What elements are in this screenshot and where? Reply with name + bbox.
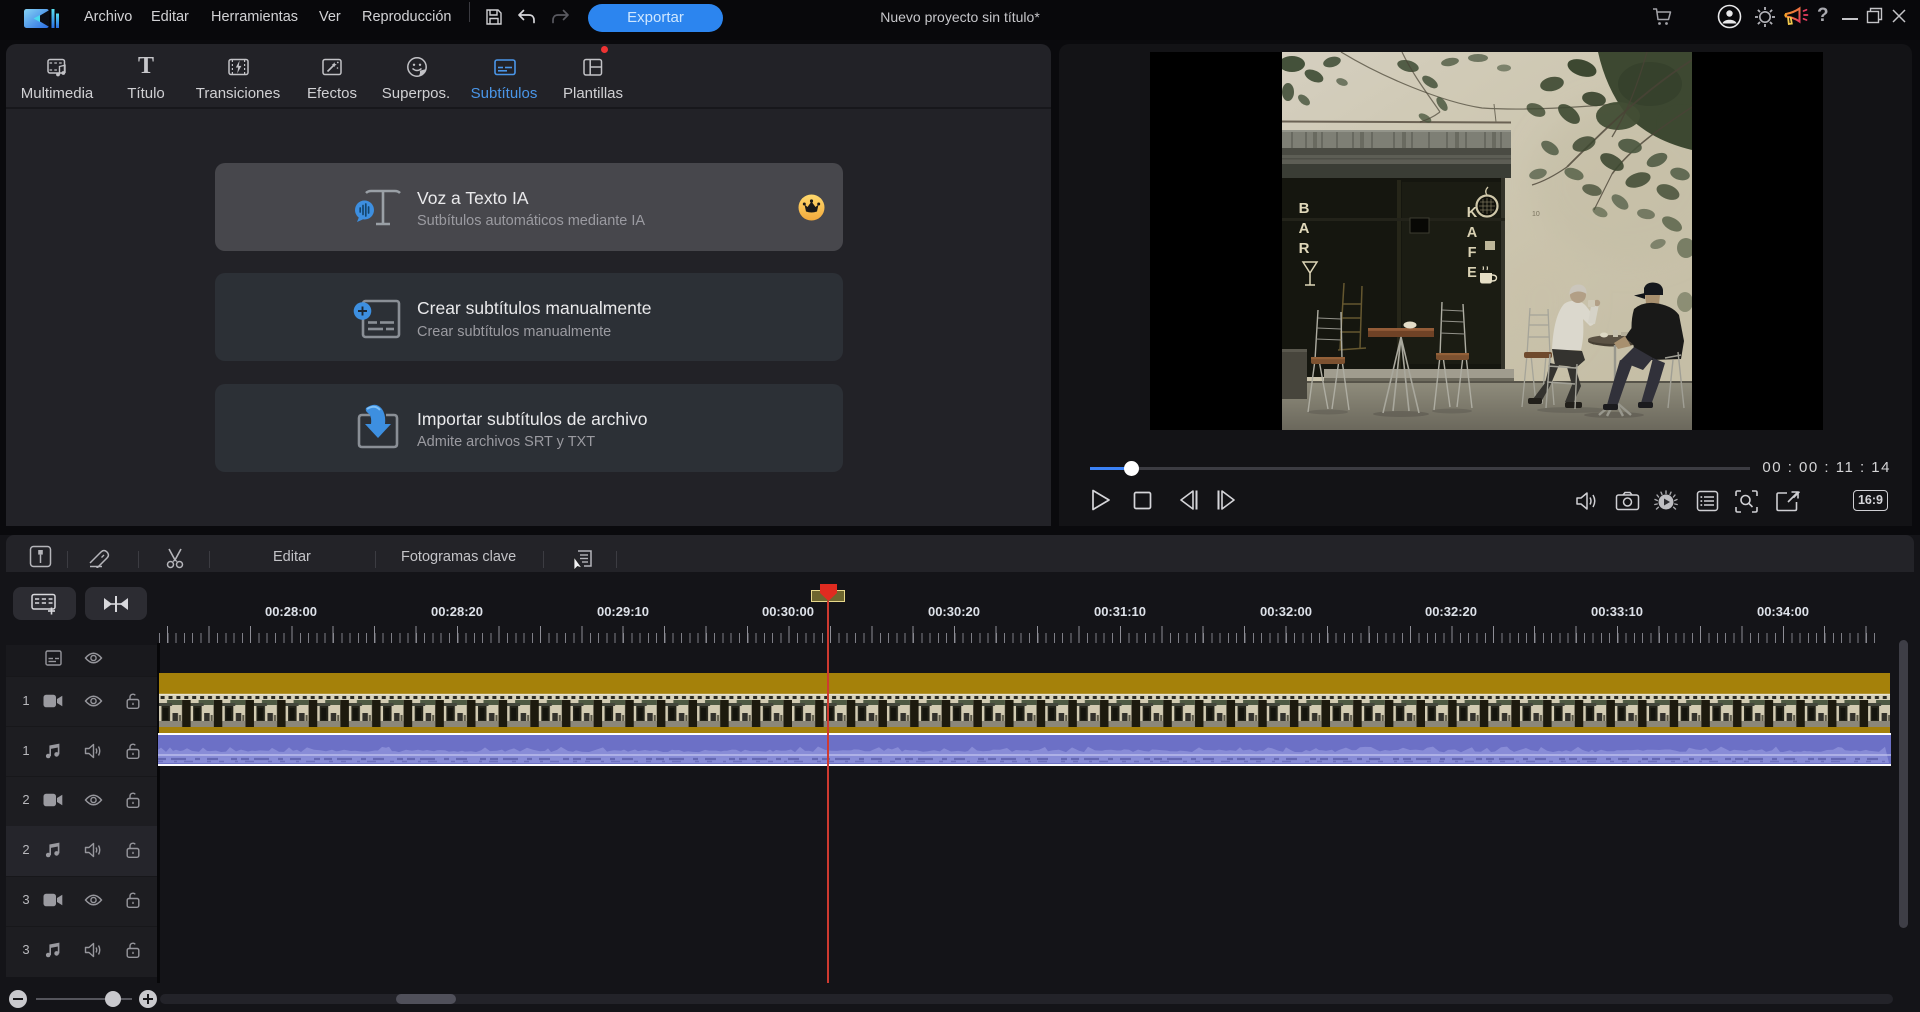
svg-text:A: A [1467,225,1478,241]
svg-text:R: R [1299,240,1310,257]
svg-text:F: F [1468,245,1477,261]
svg-text:A: A [1299,220,1310,237]
svg-text:B: B [1299,200,1310,217]
svg-text:10: 10 [1532,211,1540,218]
svg-text:E: E [1467,265,1477,281]
